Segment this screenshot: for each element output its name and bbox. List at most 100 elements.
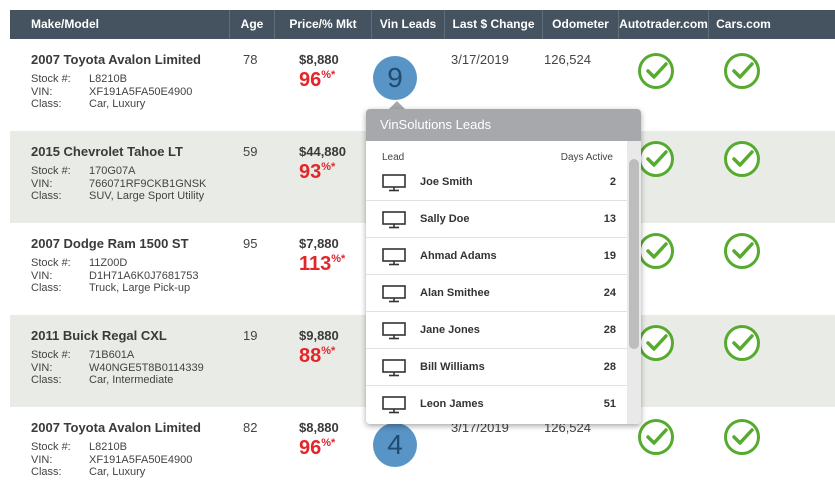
check-circle-icon bbox=[724, 233, 760, 269]
vehicle-details: Stock #: L8210B VIN: XF191A5FA50E4900 Clas… bbox=[31, 441, 192, 479]
lead-item[interactable]: Leon James 51 bbox=[366, 386, 627, 423]
col-make-model[interactable]: Make/Model bbox=[10, 10, 229, 39]
vin-number: XF191A5FA50E4900 bbox=[89, 453, 193, 466]
lead-name[interactable]: Bill Williams bbox=[420, 361, 485, 373]
market-percent: 93%* bbox=[299, 161, 336, 183]
monitor-icon bbox=[382, 359, 406, 382]
check-circle-icon bbox=[724, 141, 760, 177]
stock-label: Stock #: bbox=[31, 349, 71, 361]
vin-label: VIN: bbox=[31, 85, 53, 98]
market-percent: 96%* bbox=[299, 69, 336, 91]
class-label: Class: bbox=[31, 98, 62, 111]
vehicle-model[interactable]: 2007 Toyota Avalon Limited bbox=[31, 420, 201, 435]
col-odometer[interactable]: Odometer bbox=[542, 10, 618, 39]
lead-item[interactable]: Ahmad Adams 19 bbox=[366, 238, 627, 275]
check-circle-icon bbox=[724, 325, 760, 361]
stock-number: L8210B bbox=[89, 73, 127, 85]
vehicle-details: Stock #: L8210B VIN: XF191A5FA50E4900 Clas… bbox=[31, 73, 192, 111]
lead-days-active: 2 bbox=[609, 176, 616, 188]
monitor-icon bbox=[382, 285, 406, 308]
lead-item[interactable]: Bill Williams 28 bbox=[366, 349, 627, 386]
lead-item[interactable]: Jane Jones 28 bbox=[366, 312, 627, 349]
col-last-change[interactable]: Last $ Change bbox=[444, 10, 542, 39]
vehicle-class: Car, Intermediate bbox=[89, 374, 174, 387]
monitor-icon bbox=[382, 211, 406, 234]
vin-leads-count-button[interactable]: 4 bbox=[373, 423, 417, 467]
vin-number: XF191A5FA50E4900 bbox=[89, 85, 193, 98]
vehicle-details: Stock #: 71B601A VIN: W40NGE5T8B0114339 Cl… bbox=[31, 349, 204, 387]
market-percent: 96%* bbox=[299, 437, 336, 459]
stock-label: Stock #: bbox=[31, 165, 71, 177]
vehicle-age: 19 bbox=[243, 328, 258, 343]
lead-item[interactable]: Alan Smithee 24 bbox=[366, 275, 627, 312]
class-label: Class: bbox=[31, 374, 62, 387]
vehicle-class: Car, Luxury bbox=[89, 466, 146, 479]
lead-name[interactable]: Leon James bbox=[420, 398, 484, 410]
popup-scroll-thumb[interactable] bbox=[629, 159, 639, 349]
monitor-icon bbox=[382, 174, 406, 197]
monitor-icon bbox=[382, 248, 406, 271]
lead-item[interactable]: Sally Doe 13 bbox=[366, 201, 627, 238]
stock-number: L8210B bbox=[89, 441, 127, 453]
class-label: Class: bbox=[31, 466, 62, 479]
check-circle-icon bbox=[724, 53, 760, 89]
lead-name[interactable]: Ahmad Adams bbox=[420, 250, 497, 262]
days-active-column-header: Days Active bbox=[560, 152, 613, 163]
vehicle-class: SUV, Large Sport Utility bbox=[89, 190, 205, 203]
lead-days-active: 13 bbox=[603, 213, 616, 225]
vehicle-class: Car, Luxury bbox=[89, 98, 146, 111]
vehicle-model[interactable]: 2007 Dodge Ram 1500 ST bbox=[31, 236, 189, 251]
vin-leads-count-button[interactable]: 9 bbox=[373, 56, 417, 100]
check-circle-icon bbox=[638, 233, 674, 269]
vehicle-model[interactable]: 2015 Chevrolet Tahoe LT bbox=[31, 144, 183, 159]
vehicle-price: $9,880 bbox=[299, 328, 339, 343]
vehicle-price: $44,880 bbox=[299, 144, 346, 159]
vehicle-details: Stock #: 170G07A VIN: 766071RF9CKB1GNSK Cl… bbox=[31, 165, 206, 203]
check-circle-icon bbox=[638, 325, 674, 361]
vehicle-model[interactable]: 2007 Toyota Avalon Limited bbox=[31, 52, 201, 67]
col-price-mkt[interactable]: Price/% Mkt bbox=[274, 10, 371, 39]
lead-days-active: 28 bbox=[603, 361, 616, 373]
stock-label: Stock #: bbox=[31, 441, 71, 453]
col-autotrader[interactable]: Autotrader.com bbox=[618, 10, 708, 39]
monitor-icon bbox=[382, 322, 406, 345]
vin-label: VIN: bbox=[31, 177, 53, 190]
vinsolutions-leads-popup: VinSolutions Leads Lead Days Active Joe … bbox=[366, 109, 641, 424]
col-cars-com[interactable]: Cars.com bbox=[708, 10, 778, 39]
lead-name[interactable]: Joe Smith bbox=[420, 176, 473, 188]
vehicle-age: 82 bbox=[243, 420, 258, 435]
lead-days-active: 51 bbox=[603, 398, 616, 410]
vin-label: VIN: bbox=[31, 269, 53, 282]
col-age[interactable]: Age bbox=[229, 10, 274, 39]
vehicle-price: $8,880 bbox=[299, 52, 339, 67]
market-percent: 88%* bbox=[299, 345, 336, 367]
lead-name[interactable]: Sally Doe bbox=[420, 213, 470, 225]
vin-label: VIN: bbox=[31, 453, 53, 466]
vehicle-price: $7,880 bbox=[299, 236, 339, 251]
lead-days-active: 28 bbox=[603, 324, 616, 336]
lead-days-active: 19 bbox=[603, 250, 616, 262]
check-circle-icon bbox=[638, 141, 674, 177]
inventory-table-header: Make/Model Age Price/% Mkt Vin Leads Las… bbox=[10, 10, 835, 39]
check-circle-icon bbox=[724, 419, 760, 455]
vin-label: VIN: bbox=[31, 361, 53, 374]
odometer-value: 126,524 bbox=[544, 52, 591, 67]
last-change-date: 3/17/2019 bbox=[451, 52, 509, 67]
monitor-icon bbox=[382, 396, 406, 419]
lead-name[interactable]: Alan Smithee bbox=[420, 287, 490, 299]
class-label: Class: bbox=[31, 190, 62, 203]
vehicle-age: 78 bbox=[243, 52, 258, 67]
lead-item[interactable]: Joe Smith 2 bbox=[366, 164, 627, 201]
lead-name[interactable]: Jane Jones bbox=[420, 324, 480, 336]
popup-scrollbar[interactable] bbox=[627, 141, 641, 424]
vehicle-price: $8,880 bbox=[299, 420, 339, 435]
check-circle-icon bbox=[638, 419, 674, 455]
vehicle-class: Truck, Large Pick-up bbox=[89, 282, 191, 295]
vehicle-age: 95 bbox=[243, 236, 258, 251]
stock-label: Stock #: bbox=[31, 73, 71, 85]
col-vin-leads[interactable]: Vin Leads bbox=[371, 10, 444, 39]
vehicle-details: Stock #: 11Z00D VIN: D1H71A6K0J7681753 Cla… bbox=[31, 257, 198, 295]
vin-number: D1H71A6K0J7681753 bbox=[89, 269, 199, 282]
vehicle-model[interactable]: 2011 Buick Regal CXL bbox=[31, 328, 167, 343]
check-circle-icon bbox=[638, 53, 674, 89]
